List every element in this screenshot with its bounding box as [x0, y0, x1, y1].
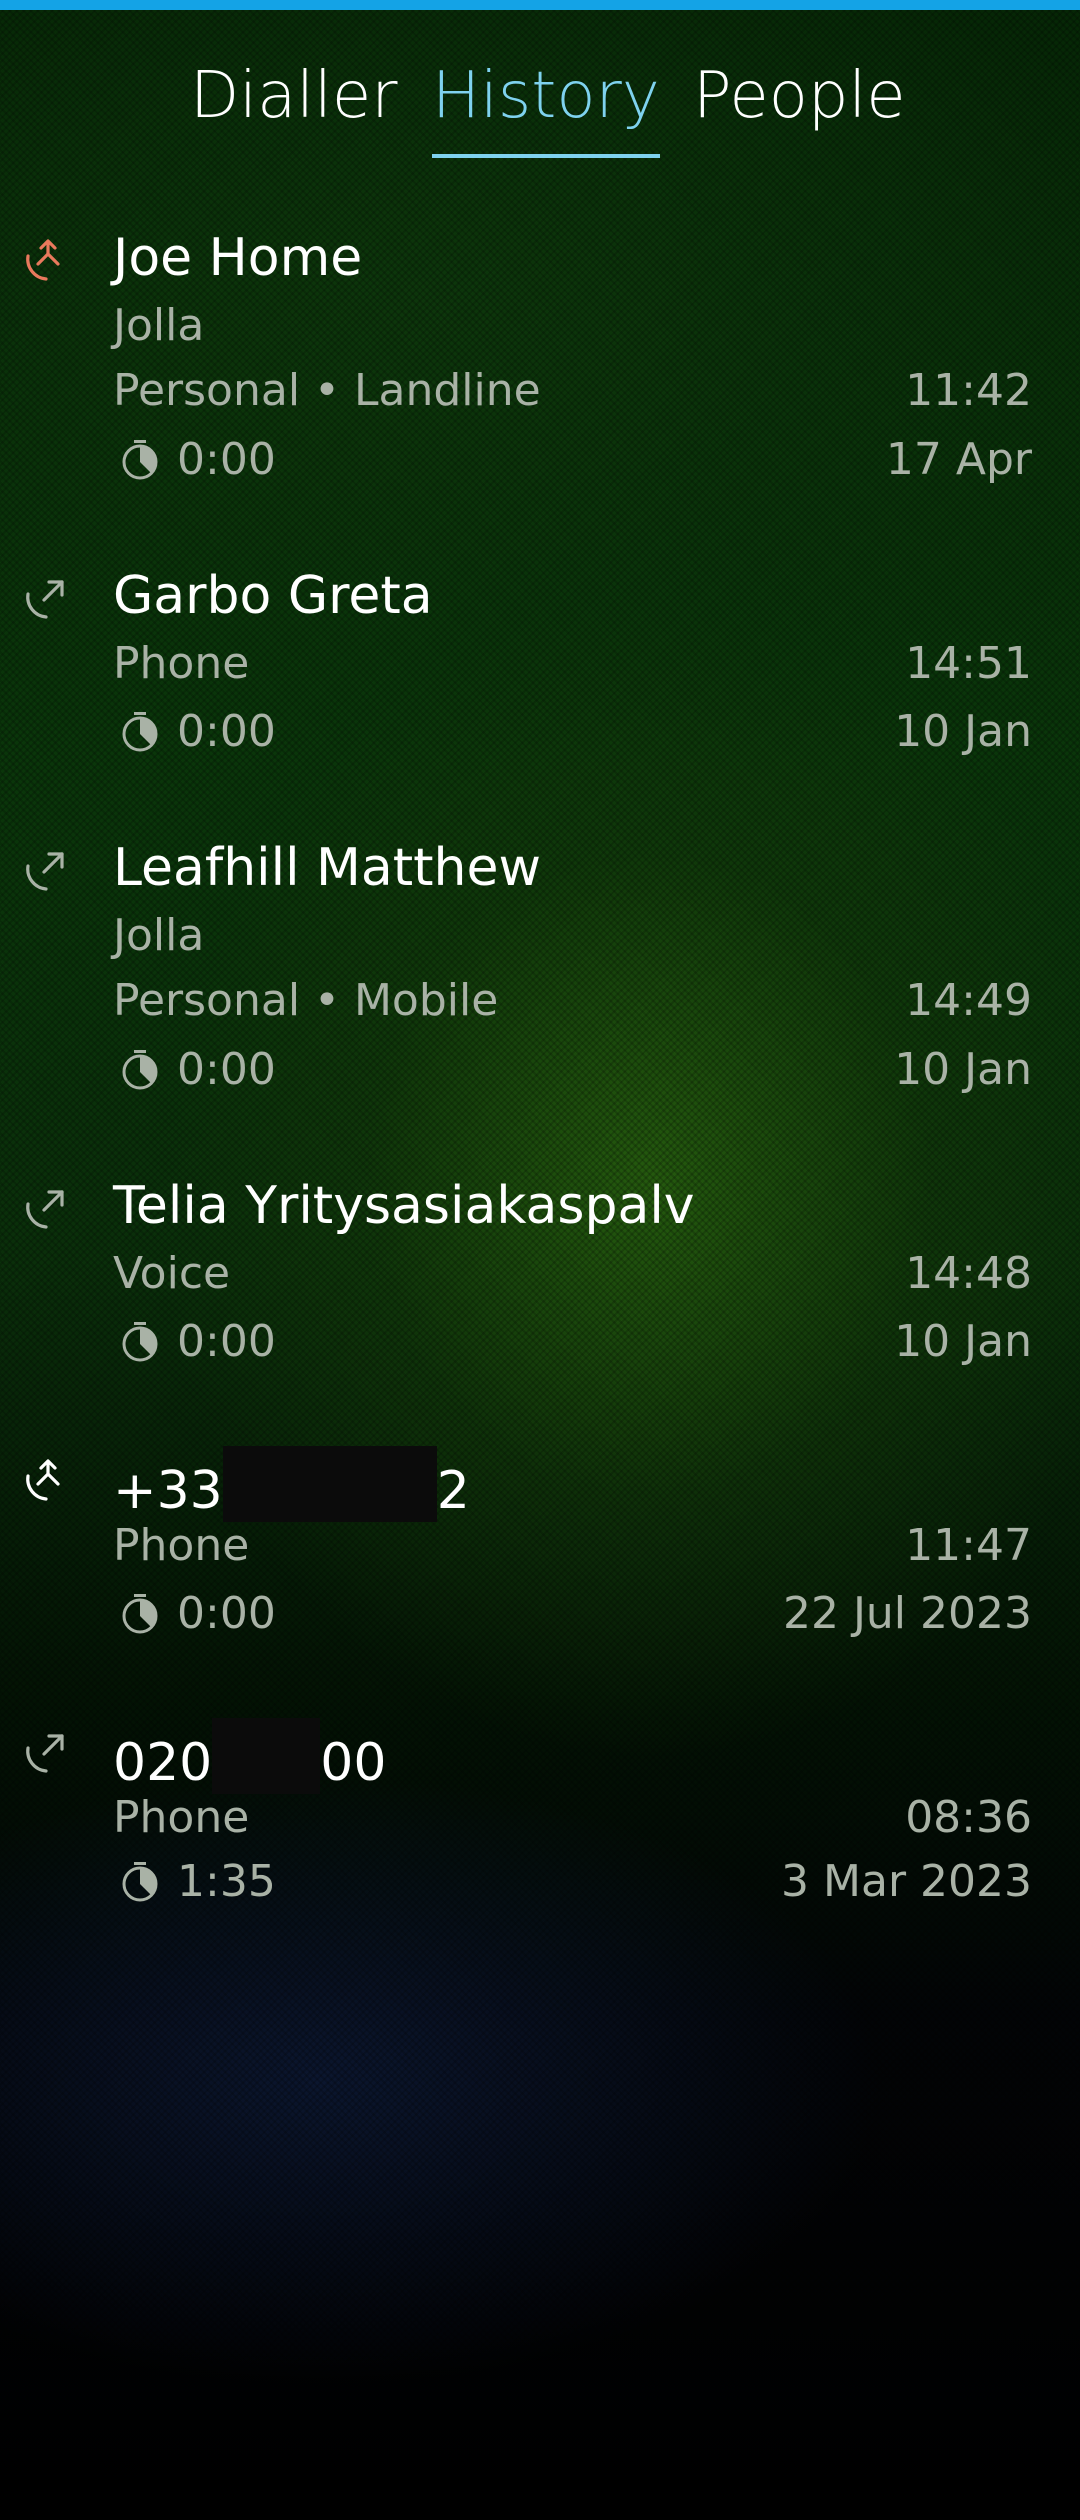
call-time: 14:49 — [905, 975, 1032, 1026]
call-entry-garbo-greta[interactable]: Garbo Greta Phone 14:51 0:00 10 Jan — [0, 564, 1080, 774]
tab-dialler[interactable]: Dialler — [190, 56, 398, 136]
call-duration: 0:00 — [117, 1314, 276, 1370]
duration-value: 0:00 — [177, 1044, 276, 1095]
contact-name: Garbo Greta — [113, 566, 433, 626]
stopwatch-icon — [122, 712, 158, 752]
phone-number: 020 00 — [113, 1718, 386, 1795]
outgoing-call-icon — [22, 1182, 72, 1232]
number-type: Personal • Mobile — [113, 975, 499, 1026]
number-type: Phone — [113, 1520, 250, 1571]
call-date: 3 Mar 2023 — [781, 1856, 1032, 1907]
call-time: 08:36 — [905, 1792, 1032, 1843]
contact-name: Leafhill Matthew — [113, 838, 542, 898]
stopwatch-icon — [122, 1594, 158, 1634]
number-type: Voice — [113, 1248, 231, 1299]
call-entry-number-020[interactable]: 020 00 Phone 08:36 1:35 3 Mar 2023 — [0, 1718, 1080, 1928]
contact-organization: Jolla — [113, 910, 205, 961]
outgoing-call-icon — [22, 844, 72, 894]
call-date: 22 Jul 2023 — [782, 1588, 1032, 1639]
call-time: 11:42 — [905, 365, 1032, 416]
duration-value: 1:35 — [177, 1856, 276, 1907]
call-date: 10 Jan — [894, 706, 1032, 757]
stopwatch-icon — [122, 1322, 158, 1362]
stopwatch-icon — [122, 1862, 158, 1902]
duration-value: 0:00 — [177, 1316, 276, 1367]
call-duration: 0:00 — [117, 1586, 276, 1642]
call-time: 14:51 — [905, 638, 1032, 689]
redacted-digits — [222, 1446, 437, 1522]
call-duration: 1:35 — [117, 1854, 276, 1910]
call-entry-number-33[interactable]: +33 2 Phone 11:47 0:00 22 Jul 2023 — [0, 1446, 1080, 1656]
status-accent-bar — [0, 0, 1080, 10]
call-date: 17 Apr — [885, 434, 1032, 485]
incoming-call-icon — [22, 1454, 72, 1504]
contact-name: Telia Yritysasiakaspalv — [113, 1176, 695, 1236]
duration-value: 0:00 — [177, 706, 276, 757]
phone-number: +33 2 — [113, 1446, 470, 1523]
contact-organization: Jolla — [113, 300, 205, 351]
call-time: 14:48 — [905, 1248, 1032, 1299]
call-duration: 0:00 — [117, 704, 276, 760]
outgoing-call-icon — [22, 572, 72, 622]
outgoing-call-icon — [22, 1726, 72, 1776]
tab-bar: Dialler History People — [0, 56, 1080, 166]
missed-call-icon — [22, 234, 72, 284]
duration-value: 0:00 — [177, 1588, 276, 1639]
call-duration: 0:00 — [117, 432, 276, 488]
call-entry-telia[interactable]: Telia Yritysasiakaspalv Voice 14:48 0:00… — [0, 1174, 1080, 1384]
stopwatch-icon — [122, 440, 158, 480]
call-date: 10 Jan — [894, 1316, 1032, 1367]
call-time: 11:47 — [905, 1520, 1032, 1571]
call-duration: 0:00 — [117, 1042, 276, 1098]
duration-value: 0:00 — [177, 434, 276, 485]
contact-name: Joe Home — [113, 228, 363, 288]
number-type: Personal • Landline — [113, 365, 541, 416]
call-entry-joe-home[interactable]: Joe Home Jolla Personal • Landline 11:42… — [0, 226, 1080, 502]
redacted-digits — [212, 1718, 321, 1794]
number-type: Phone — [113, 1792, 250, 1843]
tab-people[interactable]: People — [693, 56, 906, 136]
stopwatch-icon — [122, 1050, 158, 1090]
tab-history[interactable]: History — [432, 56, 660, 158]
call-date: 10 Jan — [894, 1044, 1032, 1095]
call-entry-leafhill-matthew[interactable]: Leafhill Matthew Jolla Personal • Mobile… — [0, 836, 1080, 1112]
number-type: Phone — [113, 638, 250, 689]
